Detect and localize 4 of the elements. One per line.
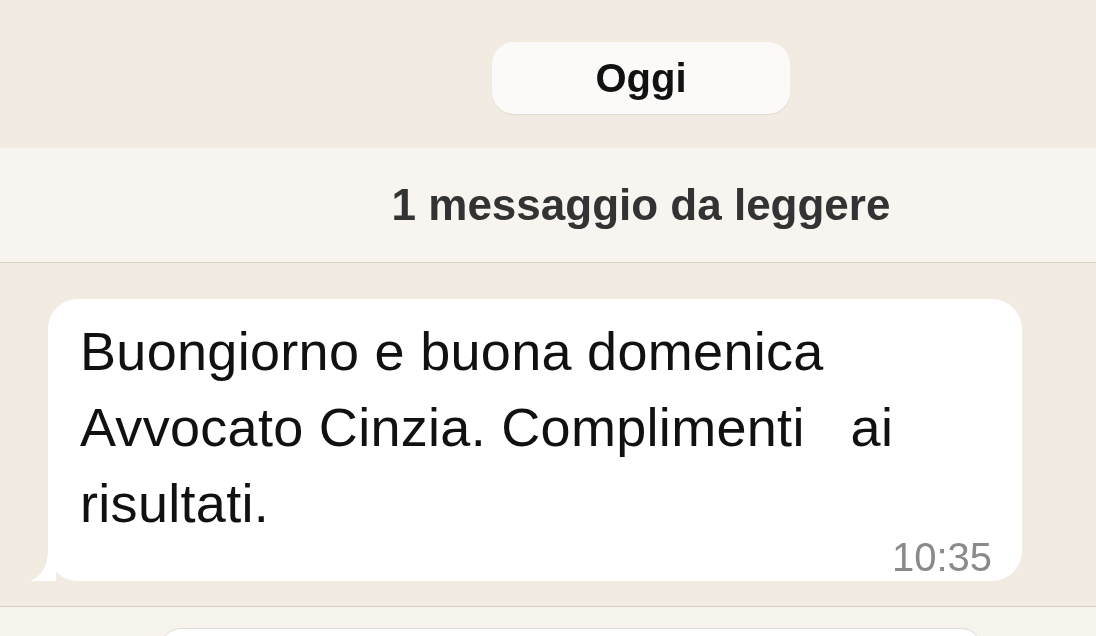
message-text: Buongiorno e buona domenica Avvocato Cinzia. Complimenti ai risultati. (80, 320, 895, 535)
message-time: 10:35 (891, 537, 992, 577)
unread-banner: 1 messaggio da leggere (0, 148, 1096, 263)
date-chip: Oggi (492, 42, 790, 114)
